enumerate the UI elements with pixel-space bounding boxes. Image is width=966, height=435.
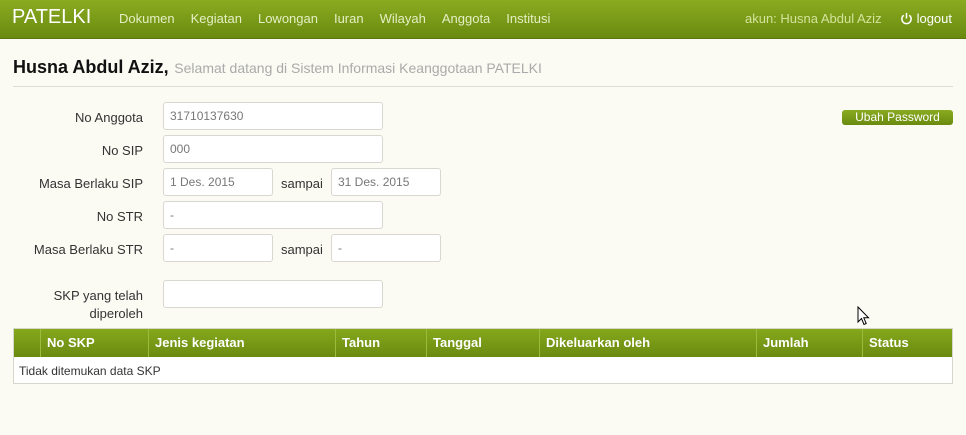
nav-right: akun: Husna Abdul Aziz logout (745, 11, 952, 26)
no-anggota-field[interactable]: 31710137630 (163, 102, 383, 130)
masa-sip-from-field[interactable]: 1 Des. 2015 (163, 168, 273, 196)
main-menu: Dokumen Kegiatan Lowongan Iuran Wilayah … (119, 11, 566, 26)
skp-field[interactable] (163, 280, 383, 308)
skp-label-line2: diperoleh (89, 306, 144, 321)
sampai-label: sampai (281, 242, 323, 257)
masa-str-label: Masa Berlaku STR (33, 242, 143, 257)
no-anggota-label: No Anggota (75, 110, 143, 125)
no-sip-field[interactable]: 000 (163, 135, 383, 163)
logout-link[interactable]: logout (900, 11, 952, 26)
top-navbar: PATELKI Dokumen Kegiatan Lowongan Iuran … (0, 0, 966, 39)
masa-str-from-field[interactable]: - (163, 234, 273, 262)
nav-item-wilayah[interactable]: Wilayah (380, 11, 426, 26)
table-header: No SKP Jenis kegiatan Tahun Tanggal Dike… (14, 329, 952, 357)
nav-item-institusi[interactable]: Institusi (506, 11, 550, 26)
no-str-field[interactable]: - (163, 201, 383, 229)
col-jenis-kegiatan[interactable]: Jenis kegiatan (148, 329, 335, 357)
col-dikeluarkan-oleh[interactable]: Dikeluarkan oleh (539, 329, 756, 357)
ubah-password-button[interactable]: Ubah Password (842, 110, 953, 125)
col-status[interactable]: Status (862, 329, 952, 357)
nav-item-dokumen[interactable]: Dokumen (119, 11, 175, 26)
welcome-text: Selamat datang di Sistem Informasi Keang… (174, 60, 542, 76)
no-str-label: No STR (96, 209, 143, 224)
table-empty-message: Tidak ditemukan data SKP (19, 364, 161, 378)
masa-str-to-field[interactable]: - (331, 234, 441, 262)
no-sip-label: No SIP (101, 143, 143, 158)
nav-item-lowongan[interactable]: Lowongan (258, 11, 318, 26)
col-tanggal[interactable]: Tanggal (426, 329, 539, 357)
brand-logo[interactable]: PATELKI (12, 6, 91, 29)
account-label[interactable]: akun: Husna Abdul Aziz (745, 11, 882, 26)
logout-label: logout (916, 11, 952, 26)
skp-label-line1: SKP yang telah (53, 288, 143, 303)
col-no-skp[interactable]: No SKP (40, 329, 148, 357)
power-icon (900, 12, 912, 25)
sampai-label: sampai (281, 176, 323, 191)
nav-item-anggota[interactable]: Anggota (442, 11, 490, 26)
masa-sip-label: Masa Berlaku SIP (38, 176, 143, 191)
masa-sip-to-field[interactable]: 31 Des. 2015 (331, 168, 441, 196)
col-tahun[interactable]: Tahun (335, 329, 426, 357)
mouse-cursor-icon (857, 306, 870, 326)
nav-item-iuran[interactable]: Iuran (334, 11, 364, 26)
col-jumlah[interactable]: Jumlah (756, 329, 862, 357)
skp-table: No SKP Jenis kegiatan Tahun Tanggal Dike… (13, 328, 953, 384)
user-name: Husna Abdul Aziz, (13, 57, 169, 77)
nav-item-kegiatan[interactable]: Kegiatan (191, 11, 242, 26)
page-heading: Husna Abdul Aziz, Selamat datang di Sist… (13, 57, 953, 87)
